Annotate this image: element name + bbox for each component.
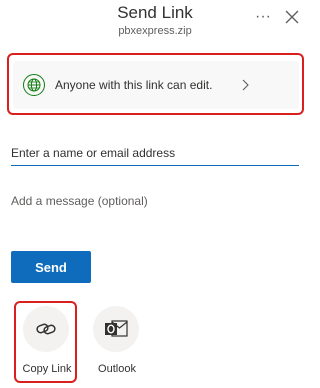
more-options-button[interactable]: ··· [252, 6, 274, 28]
outlook-option[interactable]: Outlook [89, 304, 145, 384]
outlook-icon [93, 306, 139, 352]
close-icon [285, 10, 299, 24]
link-settings-highlight [7, 53, 304, 115]
close-button[interactable] [282, 7, 302, 27]
copy-link-highlight [14, 301, 77, 383]
more-icon: ··· [255, 8, 271, 25]
recipient-input[interactable] [11, 140, 299, 166]
dialog-header: Send Link pbxexpress.zip ··· [0, 0, 310, 44]
outlook-label: Outlook [98, 363, 136, 375]
send-button[interactable]: Send [11, 251, 91, 283]
message-input[interactable] [11, 188, 299, 214]
